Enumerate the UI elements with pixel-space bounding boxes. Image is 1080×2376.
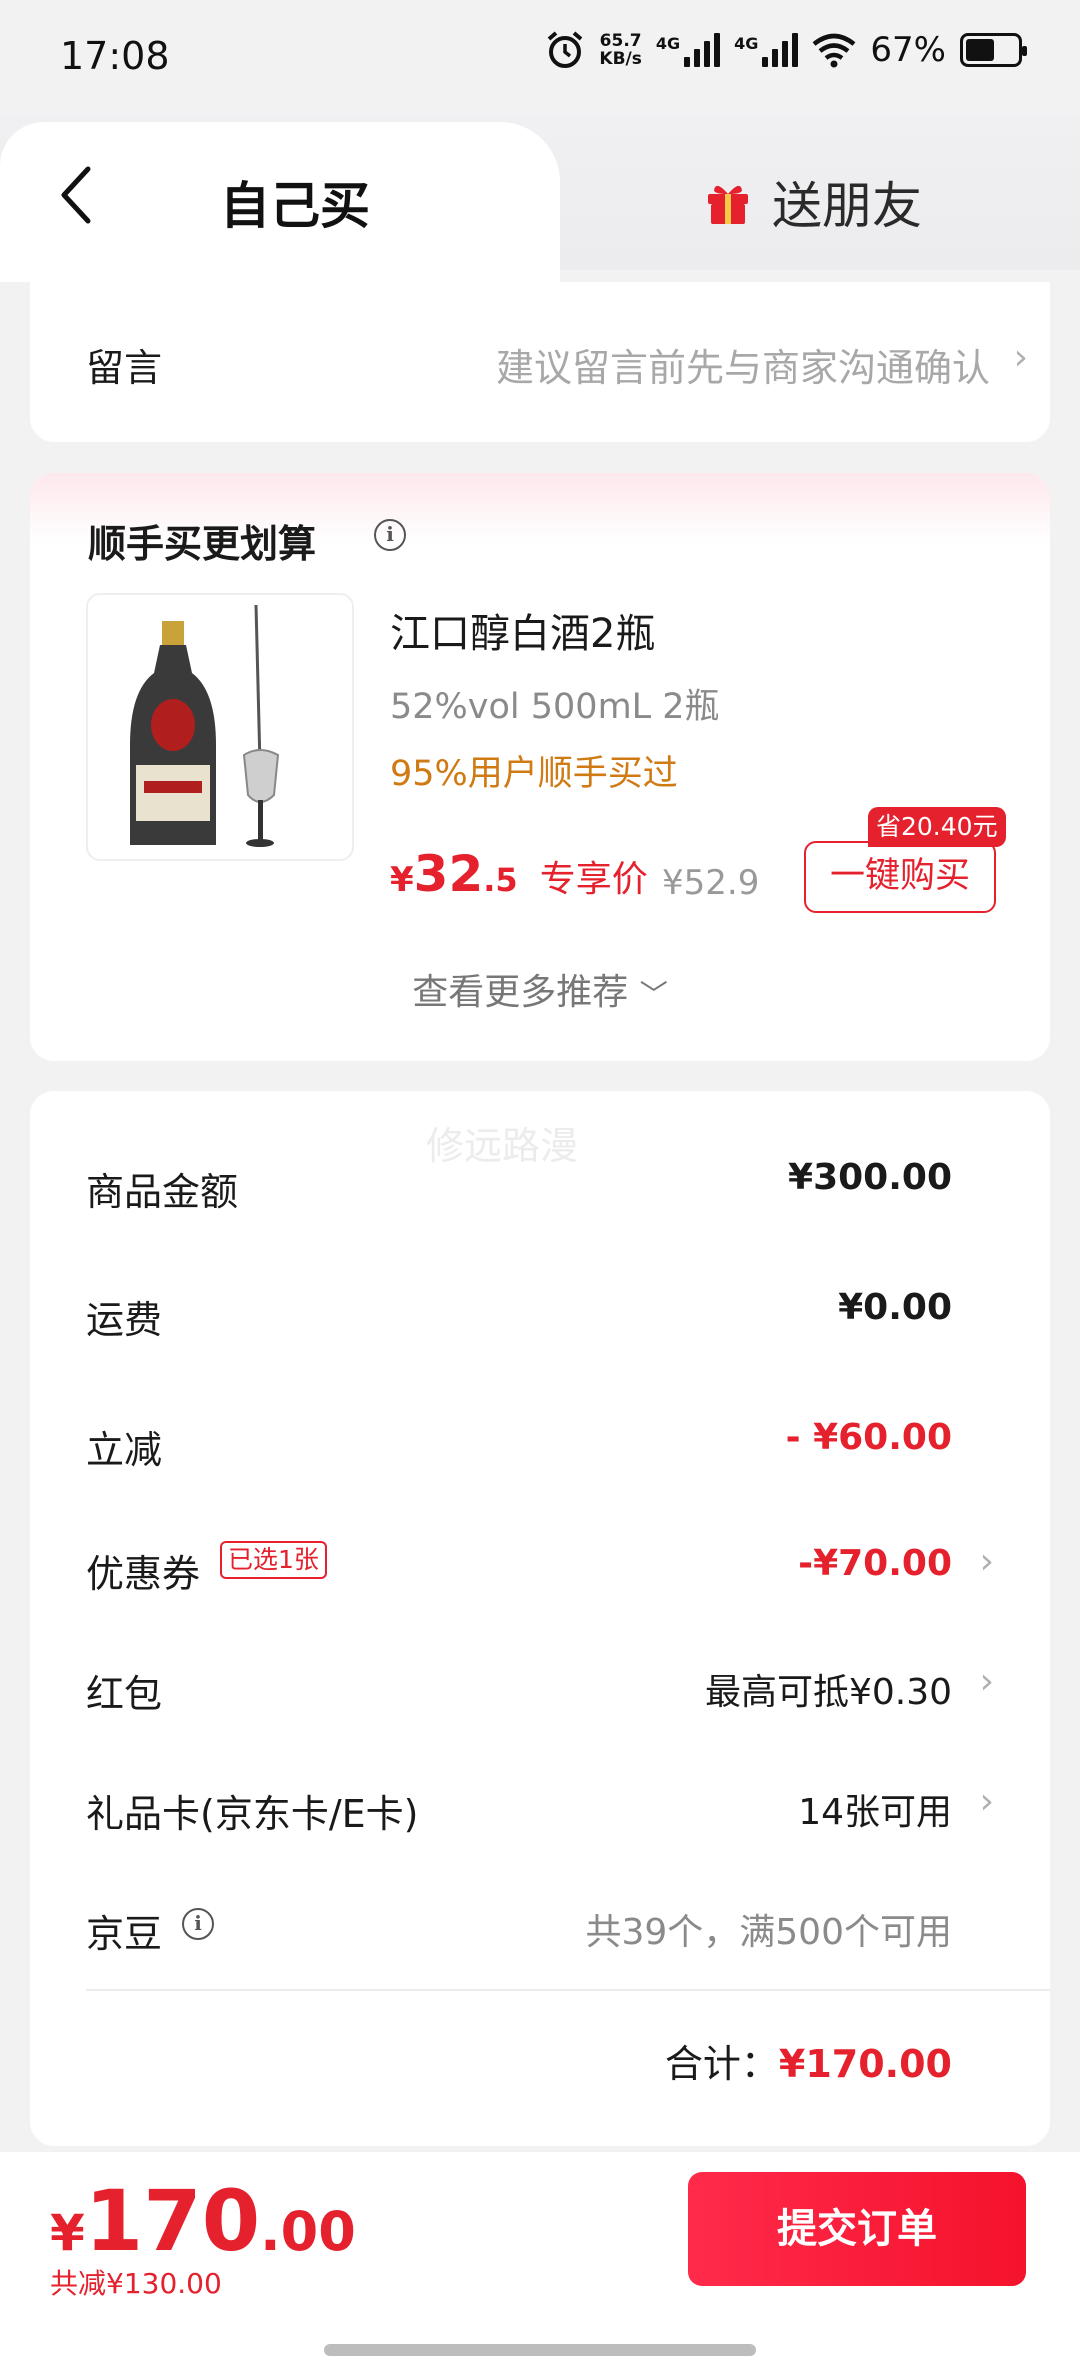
status-icons: 65.7 KB/s 4G 4G 67% [545,30,1027,70]
info-icon[interactable]: i [182,1908,214,1940]
tab-send-friend-label: 送朋友 [772,177,922,235]
battery-percent: 67% [870,30,946,70]
coupon-label: 优惠券 [86,1552,201,1596]
signal-icon-1 [684,33,721,67]
shipping-value: ¥0.00 [838,1287,952,1328]
instant-discount-value: - ¥60.00 [785,1417,952,1458]
alarm-icon [548,31,583,68]
sim1-type: 4G [655,34,681,53]
recommend-title: 顺手买更划算 [88,522,317,566]
bottom-amount-dec: .00 [260,2200,356,2263]
chevron-down-icon: ﹀ [639,978,668,1011]
net-speed: 65.7 KB/s [599,32,641,68]
product-spec: 52%vol 500mL 2瓶 [390,687,720,727]
net-speed-value: 65.7 [599,31,642,51]
more-recommend-link[interactable]: 查看更多推荐 ﹀ [30,963,1050,1015]
wifi-icon [813,33,856,68]
price-decimal: .5 [483,861,518,899]
status-time: 17:08 [60,34,170,78]
status-bar: 17:08 65.7 KB/s 4G 4G 67% [0,0,1080,115]
bottom-bar: ¥ 170 .00 共减¥130.00 提交订单 [0,2152,1080,2376]
original-price: ¥52.9 [662,863,760,903]
bottom-currency: ¥ [50,2204,85,2262]
goods-amount-label: 商品金额 [86,1170,239,1214]
info-icon[interactable]: i [374,519,406,551]
note-row[interactable]: 留言 建议留言前先与商家沟通确认 › [30,282,1050,442]
tab-self-buy[interactable]: 自己买 [220,166,370,238]
shipping-label: 运费 [86,1298,163,1342]
red-packet-value: 最高可抵¥0.30 [704,1672,952,1713]
gift-card-value: 14张可用 [798,1792,952,1833]
order-summary-card: 修远路漫 商品金额 ¥300.00 运费 ¥0.00 立减 - ¥60.00 优… [30,1091,1050,2146]
save-badge: 省20.40元 [868,807,1006,847]
bottom-amount-int: 170 [84,2172,261,2270]
back-icon[interactable] [56,163,96,227]
red-packet-label: 红包 [86,1672,163,1716]
product-social-proof: 95%用户顺手买过 [390,754,678,794]
home-indicator[interactable] [324,2344,756,2356]
price-currency: ¥ [390,860,414,900]
signal-icon-2 [762,33,799,67]
chevron-right-icon: › [979,1541,994,1582]
total-value: ¥170.00 [778,2042,952,2086]
product-image[interactable] [86,593,354,861]
total-line: 合计：¥170.00 [665,2033,952,2088]
total-label: 合计： [664,2042,779,2086]
gift-icon [708,185,748,224]
liquor-bottle-image [130,604,280,847]
recommend-card: 顺手买更划算 i 江口醇白酒2瓶 52%vol 500mL 2瓶 95%用户顺手… [30,473,1050,1061]
more-recommend-label: 查看更多推荐 [412,972,629,1013]
chevron-right-icon: › [1013,337,1028,378]
bottom-total-price: ¥ 170 .00 [50,2172,356,2270]
chevron-right-icon: › [979,1661,994,1702]
coupon-selected-badge: 已选1张 [220,1541,327,1579]
jd-bean-value: 共39个，满500个可用 [585,1912,952,1953]
tab-send-friend[interactable]: 送朋友 [704,166,922,238]
jd-bean-label: 京豆 [86,1912,163,1956]
submit-order-button[interactable]: 提交订单 [688,2172,1026,2286]
battery-icon [960,33,1027,67]
note-label: 留言 [86,346,163,390]
chevron-right-icon: › [979,1781,994,1822]
product-price: ¥ 32 .5 专享价 [390,845,648,903]
sim2-type: 4G [734,34,759,53]
price-tag: 专享价 [539,859,648,900]
net-speed-unit: KB/s [599,49,642,69]
note-hint: 建议留言前先与商家沟通确认 [495,346,990,390]
watermark: 修远路漫 [426,1124,579,1168]
gift-card-label: 礼品卡(京东卡/E卡) [86,1792,419,1836]
price-integer: 32 [413,845,484,903]
instant-discount-label: 立减 [86,1428,163,1472]
goods-amount-value: ¥300.00 [788,1157,952,1198]
coupon-value: -¥70.00 [798,1543,952,1584]
bottom-saved[interactable]: 共减¥130.00 [50,2262,222,2302]
divider [86,1989,1050,1991]
one-click-buy-button[interactable]: 一键购买 [804,841,996,913]
product-name[interactable]: 江口醇白酒2瓶 [390,601,655,659]
